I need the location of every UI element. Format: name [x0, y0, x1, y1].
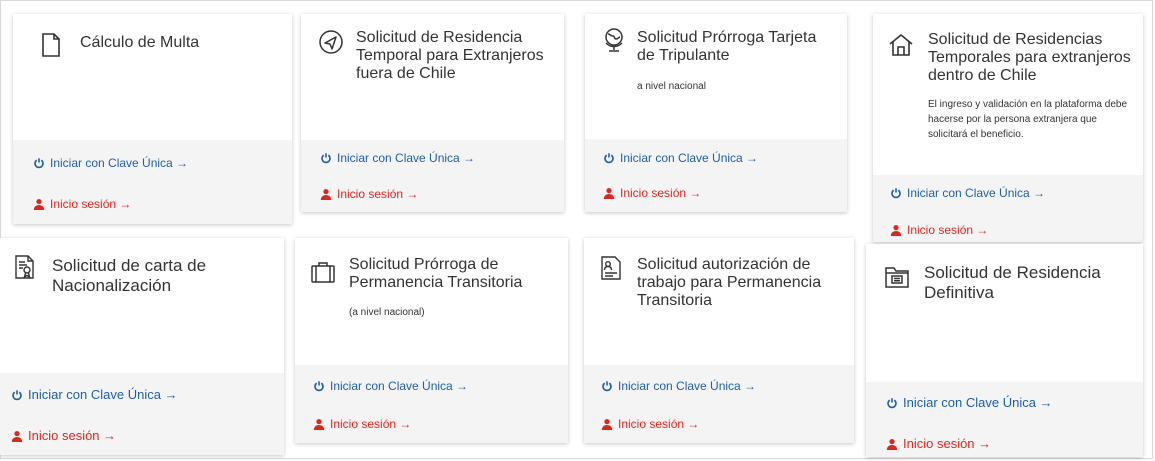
card-note: a nivel nacional: [637, 81, 706, 92]
clave-unica-label: Iniciar con Clave Única →: [620, 151, 759, 165]
clave-unica-link[interactable]: Iniciar con Clave Única →: [320, 151, 475, 165]
clave-unica-link[interactable]: Iniciar con Clave Única →: [313, 379, 468, 393]
inicio-sesion-link[interactable]: Inicio sesión →: [33, 197, 131, 211]
inicio-sesion-link[interactable]: Inicio sesión →: [603, 186, 701, 200]
card-title: Cálculo de Multa: [80, 34, 200, 51]
card-title: Solicitud Prórroga Tarjeta de Tripulante: [637, 29, 817, 64]
user-icon: [33, 199, 45, 210]
globe-icon: [600, 26, 628, 54]
power-icon: [12, 389, 22, 400]
power-icon: [602, 381, 612, 392]
user-icon: [313, 419, 325, 430]
inicio-sesion-link[interactable]: Inicio sesión →: [11, 428, 116, 443]
certificate-icon: [11, 253, 39, 281]
clave-unica-label: Iniciar con Clave Única →: [903, 395, 1053, 410]
inicio-sesion-label: Inicio sesión →: [620, 186, 702, 200]
card-note: El ingreso y validación en la plataforma…: [928, 99, 1128, 140]
user-icon: [601, 419, 613, 430]
card-title: Solicitud autorización de trabajo para P…: [637, 256, 822, 309]
compass-arrow-icon: [317, 28, 345, 56]
inicio-sesion-link[interactable]: Inicio sesión →: [886, 436, 991, 451]
service-card-prorroga-permanencia: Solicitud Prórroga de Permanencia Transi…: [295, 238, 568, 443]
clave-unica-link[interactable]: Iniciar con Clave Única →: [603, 151, 758, 165]
inicio-sesion-label: Inicio sesión →: [907, 223, 989, 237]
inicio-sesion-label: Inicio sesión →: [50, 197, 132, 211]
power-icon: [604, 153, 614, 164]
service-card-calculo-multa: Cálculo de Multa Iniciar con Clave Única…: [13, 14, 292, 224]
card-footer: [585, 139, 847, 212]
user-icon: [890, 225, 902, 236]
service-card-residencias-temporales-dentro: Solicitud de Residencias Temporales para…: [873, 14, 1143, 242]
clave-unica-label: Iniciar con Clave Única →: [907, 186, 1046, 200]
inicio-sesion-label: Inicio sesión →: [337, 187, 419, 201]
service-card-tarjeta-tripulante: Solicitud Prórroga Tarjeta de Tripulante…: [585, 14, 847, 212]
user-icon: [603, 188, 615, 199]
inicio-sesion-link[interactable]: Inicio sesión →: [313, 417, 411, 431]
power-icon: [314, 381, 324, 392]
service-card-residencia-definitiva: Solicitud de Residencia Definitiva Inici…: [866, 244, 1143, 457]
power-icon: [34, 158, 44, 169]
card-footer: [13, 140, 292, 224]
power-icon: [321, 153, 331, 164]
card-title: Solicitud Prórroga de Permanencia Transi…: [349, 256, 523, 291]
id-document-icon: [597, 254, 625, 282]
card-footer: [295, 365, 568, 443]
service-card-autorizacion-trabajo: Solicitud autorización de trabajo para P…: [584, 238, 854, 443]
user-icon: [320, 189, 332, 200]
clave-unica-link[interactable]: Iniciar con Clave Única →: [886, 395, 1053, 410]
document-icon: [37, 31, 65, 59]
inicio-sesion-label: Inicio sesión →: [618, 417, 700, 431]
inicio-sesion-label: Inicio sesión →: [28, 428, 117, 443]
clave-unica-label: Iniciar con Clave Única →: [337, 151, 476, 165]
clave-unica-label: Iniciar con Clave Única →: [330, 379, 469, 393]
clave-unica-link[interactable]: Iniciar con Clave Única →: [11, 387, 178, 402]
user-icon: [886, 438, 898, 450]
service-card-residencia-temporal-fuera: Solicitud de Residencia Temporal para Ex…: [301, 14, 564, 212]
inicio-sesion-label: Inicio sesión →: [903, 436, 992, 451]
suitcase-icon: [309, 258, 337, 286]
inicio-sesion-label: Inicio sesión →: [330, 417, 412, 431]
card-title: Solicitud de Residencias Temporales para…: [928, 31, 1131, 84]
card-note: (a nivel nacional): [349, 307, 425, 318]
inicio-sesion-link[interactable]: Inicio sesión →: [320, 187, 418, 201]
clave-unica-label: Iniciar con Clave Única →: [28, 387, 178, 402]
clave-unica-link[interactable]: Iniciar con Clave Única →: [601, 379, 756, 393]
card-title: Solicitud de carta de Nacionalización: [52, 256, 207, 295]
clave-unica-label: Iniciar con Clave Única →: [50, 156, 189, 170]
inicio-sesion-link[interactable]: Inicio sesión →: [601, 417, 699, 431]
card-title: Solicitud de Residencia Temporal para Ex…: [356, 29, 544, 82]
power-icon: [891, 188, 901, 199]
service-card-carta-nacionalizacion: Solicitud de carta de Nacionalización In…: [0, 238, 284, 455]
folder-icon: [883, 262, 911, 290]
power-icon: [887, 397, 897, 408]
clave-unica-link[interactable]: Iniciar con Clave Única →: [33, 156, 188, 170]
clave-unica-link[interactable]: Iniciar con Clave Única →: [890, 186, 1045, 200]
clave-unica-label: Iniciar con Clave Única →: [618, 379, 757, 393]
card-footer: [584, 365, 854, 443]
inicio-sesion-link[interactable]: Inicio sesión →: [890, 223, 988, 237]
card-title: Solicitud de Residencia Definitiva: [924, 263, 1101, 302]
user-icon: [11, 430, 23, 442]
house-icon: [887, 31, 915, 59]
